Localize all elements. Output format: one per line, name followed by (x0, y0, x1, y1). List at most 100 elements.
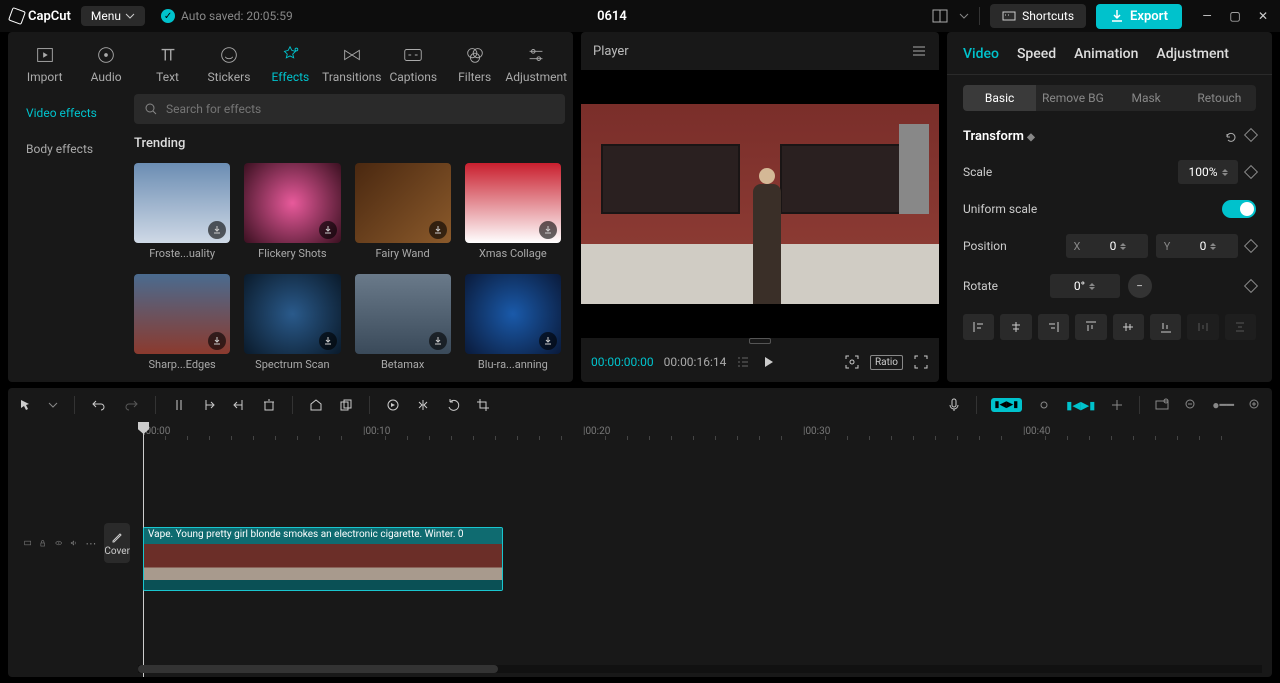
effect-item[interactable]: Flickery Shots (244, 163, 340, 260)
chevron-down-icon[interactable] (959, 11, 969, 21)
search-input[interactable] (166, 102, 555, 116)
download-icon[interactable] (429, 221, 447, 239)
subtab-basic[interactable]: Basic (963, 85, 1036, 111)
subtab-removebg[interactable]: Remove BG (1036, 85, 1109, 111)
play-icon[interactable] (760, 354, 776, 370)
zoom-out-icon[interactable] (1184, 398, 1198, 412)
effect-thumb[interactable] (244, 274, 340, 354)
split-icon[interactable] (172, 398, 186, 412)
align-center-h-button[interactable] (1000, 314, 1031, 340)
zoom-slider-knob[interactable]: ●━━ (1212, 398, 1234, 412)
keyframe-icon[interactable] (1244, 279, 1258, 293)
subtab-retouch[interactable]: Retouch (1183, 85, 1256, 111)
position-y-input[interactable]: 0 (1178, 234, 1238, 258)
insp-tab-animation[interactable]: Animation (1074, 46, 1138, 62)
keyframe-icon[interactable] (1244, 165, 1258, 179)
rotate-input[interactable]: 0° (1050, 274, 1120, 298)
lock-icon[interactable] (39, 537, 46, 549)
effect-item[interactable]: Sharp...Edges (134, 274, 230, 371)
tab-filters[interactable]: Filters (444, 40, 505, 94)
undo-icon[interactable] (91, 397, 107, 413)
menu-button[interactable]: Menu (81, 6, 145, 26)
sidebar-item-video-effects[interactable]: Video effects (16, 98, 126, 128)
crop-focus-icon[interactable] (844, 354, 860, 370)
effect-thumb[interactable] (465, 163, 561, 243)
effect-item[interactable]: Xmas Collage (465, 163, 561, 260)
tab-text[interactable]: Text (137, 40, 198, 94)
trim-left-icon[interactable] (202, 398, 216, 412)
align-right-button[interactable] (1038, 314, 1069, 340)
timeline-clip[interactable]: Vape. Young pretty girl blonde smokes an… (143, 527, 503, 591)
keyframe-icon[interactable] (1244, 239, 1258, 253)
tab-effects[interactable]: Effects (260, 40, 321, 94)
maximize-button[interactable]: ▢ (1228, 9, 1242, 23)
tab-adjustment[interactable]: Adjustment (505, 40, 567, 94)
more-icon[interactable]: ⋯ (85, 537, 96, 550)
ratio-button[interactable]: Ratio (870, 355, 903, 370)
delete-icon[interactable] (262, 398, 276, 412)
align-left-button[interactable] (963, 314, 994, 340)
zoom-pill[interactable]: ▮◀▶▮ (1066, 399, 1095, 412)
cover-button[interactable]: Cover (104, 523, 130, 563)
align-center-v-button[interactable] (1113, 314, 1144, 340)
zoom-in-icon[interactable] (1248, 398, 1262, 412)
effect-thumb[interactable] (355, 163, 451, 243)
effect-item[interactable]: Froste...uality (134, 163, 230, 260)
resize-handle-icon[interactable] (740, 334, 780, 348)
download-icon[interactable] (208, 221, 226, 239)
effect-item[interactable]: Betamax (355, 274, 451, 371)
tab-transitions[interactable]: Transitions (321, 40, 382, 94)
redo-icon[interactable] (123, 397, 139, 413)
close-button[interactable]: ✕ (1256, 9, 1270, 23)
effect-item[interactable]: Blu-ra...anning (465, 274, 561, 371)
align-bottom-button[interactable] (1150, 314, 1181, 340)
rotate-icon[interactable] (446, 398, 460, 412)
insp-tab-video[interactable]: Video (963, 46, 999, 62)
timeline[interactable]: ⋯ Cover |00:00|00:10|00:20|00:30|00:40 V… (8, 422, 1272, 677)
timeline-scrollbar[interactable] (138, 665, 1262, 673)
chevron-down-icon[interactable] (48, 400, 58, 410)
tab-stickers[interactable]: Stickers (198, 40, 259, 94)
marker-icon[interactable] (309, 398, 323, 412)
effect-thumb[interactable] (355, 274, 451, 354)
distribute-h-button[interactable] (1187, 314, 1218, 340)
sidebar-item-body-effects[interactable]: Body effects (16, 134, 126, 164)
align-top-button[interactable] (1075, 314, 1106, 340)
rotate-minus-button[interactable]: − (1128, 274, 1152, 298)
effect-item[interactable]: Spectrum Scan (244, 274, 340, 371)
duplicate-icon[interactable] (339, 398, 353, 412)
keyframe-icon[interactable] (1244, 127, 1258, 141)
hamburger-icon[interactable] (911, 43, 927, 59)
download-icon[interactable] (539, 221, 557, 239)
effect-thumb[interactable] (134, 163, 230, 243)
uniform-scale-toggle[interactable] (1222, 200, 1256, 218)
crop-icon[interactable] (476, 398, 490, 412)
effect-thumb[interactable] (244, 163, 340, 243)
position-x-input[interactable]: 0 (1088, 234, 1148, 258)
subtab-mask[interactable]: Mask (1110, 85, 1183, 111)
fullscreen-icon[interactable] (913, 354, 929, 370)
minimize-button[interactable]: — (1200, 9, 1214, 23)
distribute-v-button[interactable] (1225, 314, 1256, 340)
mute-icon[interactable] (70, 537, 77, 549)
insp-tab-speed[interactable]: Speed (1017, 46, 1056, 62)
download-icon[interactable] (208, 332, 226, 350)
collapse-icon[interactable] (24, 537, 31, 549)
mic-icon[interactable] (946, 397, 962, 413)
timeline-ruler[interactable]: |00:00|00:10|00:20|00:30|00:40 (138, 422, 1272, 444)
video-preview[interactable] (581, 70, 939, 338)
expand-icon[interactable] (1109, 397, 1125, 413)
export-button[interactable]: Export (1096, 4, 1182, 29)
effect-thumb[interactable] (465, 274, 561, 354)
tab-captions[interactable]: Captions (383, 40, 444, 94)
insp-tab-adjustment[interactable]: Adjustment (1156, 46, 1229, 62)
effect-item[interactable]: Fairy Wand (355, 163, 451, 260)
shortcuts-button[interactable]: Shortcuts (990, 4, 1086, 28)
download-icon[interactable] (429, 332, 447, 350)
pointer-icon[interactable] (18, 398, 32, 412)
layout-icon[interactable] (931, 7, 949, 25)
eye-icon[interactable] (55, 537, 62, 549)
list-icon[interactable] (736, 355, 750, 369)
download-icon[interactable] (539, 332, 557, 350)
effect-thumb[interactable] (134, 274, 230, 354)
